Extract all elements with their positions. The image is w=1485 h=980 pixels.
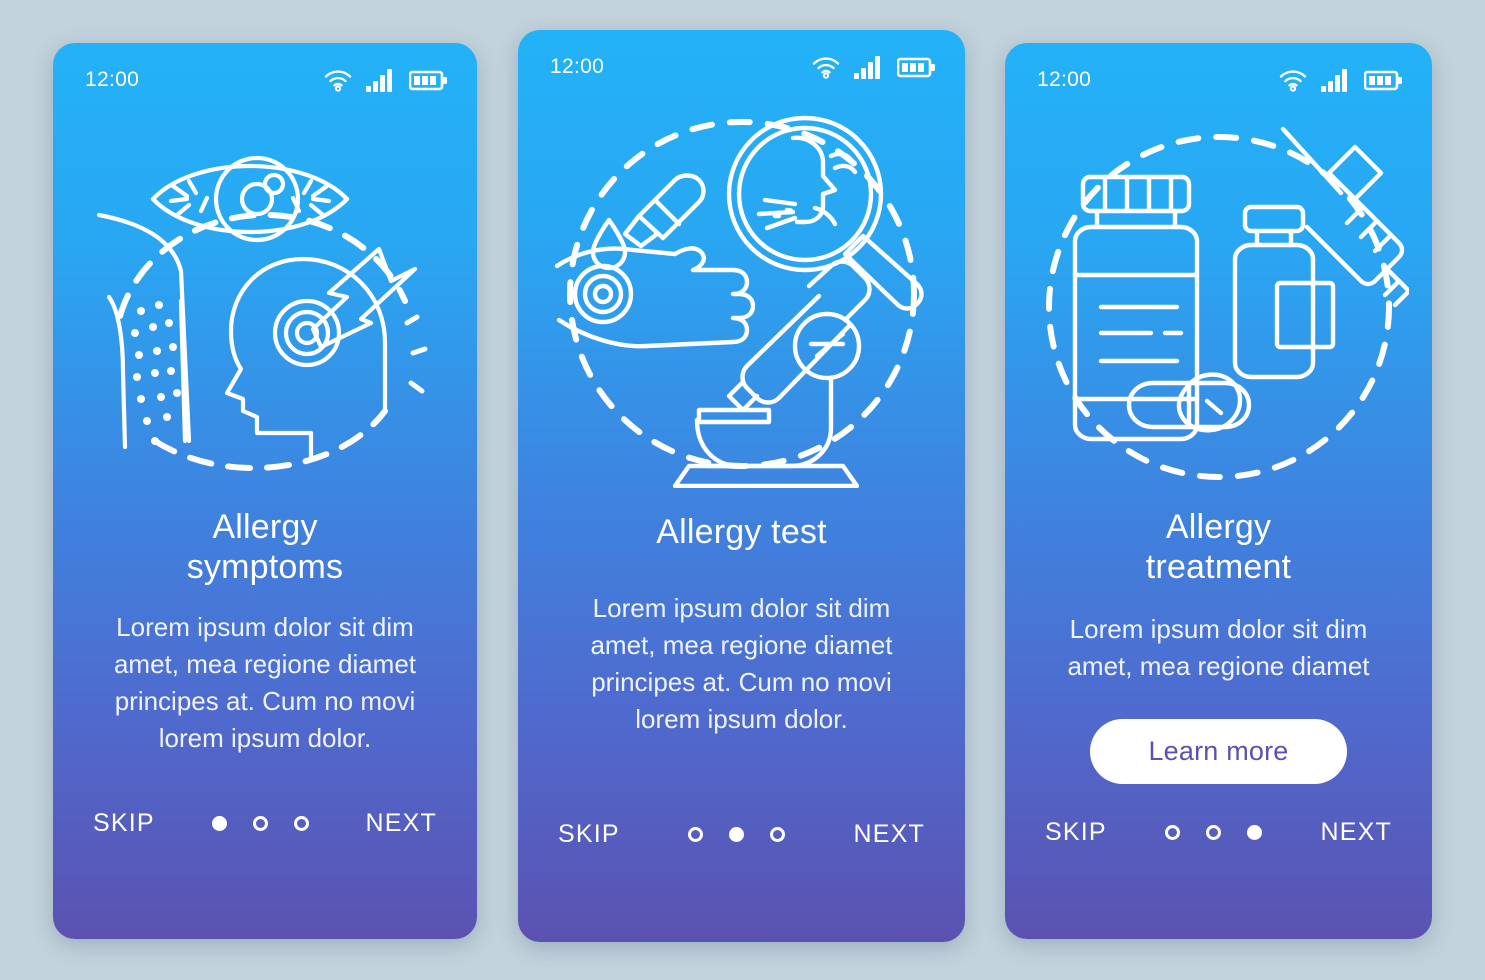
cellular-signal-icon (854, 56, 880, 79)
head-profile-icon (224, 256, 388, 460)
pagination-dot[interactable] (688, 826, 704, 842)
page-title: Allergy test (656, 513, 827, 551)
wifi-icon (324, 70, 352, 92)
wifi-icon (812, 57, 840, 79)
bottom-navigation: SKIP NEXT (518, 786, 965, 882)
reaction-circle-icon (572, 263, 633, 325)
allergy-test-illustration (518, 88, 965, 498)
onboarding-screens-stage: 12:00 Allergy symptoms Lorem ipsum dolor… (0, 0, 1485, 980)
microscope-icon (672, 259, 872, 488)
page-description: Lorem ipsum dolor sit dim amet, mea regi… (1067, 614, 1370, 682)
status-bar: 12:00 (518, 30, 965, 88)
phone-screen-allergy-treatment: 12:00 Allergy treatment Lorem ipsum dolo… (1005, 43, 1432, 939)
battery-icon (897, 57, 935, 78)
allergy-symptoms-illustration (53, 101, 477, 501)
capsule-icon (1126, 372, 1251, 433)
pagination-dots (1165, 824, 1263, 840)
status-bar: 12:00 (53, 43, 477, 101)
text-content: Allergy treatment Lorem ipsum dolor sit … (1005, 501, 1432, 785)
status-bar-icons (811, 55, 937, 79)
next-button[interactable]: NEXT (366, 809, 437, 838)
status-bar-icons (1278, 68, 1404, 92)
vial-icon (1232, 204, 1335, 380)
page-description: Lorem ipsum dolor sit dim amet, mea regi… (113, 612, 417, 753)
pagination-dot[interactable] (1206, 824, 1222, 840)
bottom-navigation: SKIP NEXT (1005, 784, 1432, 880)
pagination-dot[interactable] (252, 815, 268, 831)
pagination-dots (211, 815, 309, 831)
allergy-treatment-illustration (1005, 101, 1432, 501)
cellular-signal-icon (1321, 69, 1347, 92)
pagination-dot[interactable] (211, 815, 227, 831)
status-bar-clock: 12:00 (550, 55, 605, 78)
learn-more-button[interactable]: Learn more (1090, 719, 1347, 785)
cellular-signal-icon (366, 69, 392, 92)
status-bar-icons (323, 68, 449, 92)
page-title: Allergy symptoms (186, 508, 344, 587)
status-bar-clock: 12:00 (85, 68, 140, 91)
bottom-navigation: SKIP NEXT (53, 775, 477, 871)
status-bar-clock: 12:00 (1037, 68, 1092, 91)
next-button[interactable]: NEXT (1321, 818, 1392, 847)
pagination-dot[interactable] (770, 826, 786, 842)
skip-button[interactable]: SKIP (1045, 818, 1107, 847)
eye-icon (150, 155, 350, 243)
page-description: Lorem ipsum dolor sit dim amet, mea regi… (590, 593, 893, 734)
page-title: Allergy treatment (1145, 508, 1292, 587)
text-content: Allergy test Lorem ipsum dolor sit dim a… (518, 498, 965, 786)
wifi-icon (1279, 70, 1307, 92)
pagination-dot[interactable] (729, 826, 745, 842)
phone-screen-allergy-test: 12:00 Allergy test Lorem ipsum dolor sit… (518, 30, 965, 942)
pagination-dots (688, 826, 786, 842)
next-button[interactable]: NEXT (854, 820, 925, 849)
pagination-dot[interactable] (1165, 824, 1181, 840)
battery-icon (1364, 70, 1402, 91)
skip-button[interactable]: SKIP (93, 809, 155, 838)
arm-rash-icon (96, 212, 192, 450)
skip-button[interactable]: SKIP (558, 820, 620, 849)
motion-lines (404, 314, 428, 394)
phone-screen-allergy-symptoms: 12:00 Allergy symptoms Lorem ipsum dolor… (53, 43, 477, 939)
pagination-dot[interactable] (293, 815, 309, 831)
dropper-icon (622, 173, 706, 249)
pagination-dot[interactable] (1247, 824, 1263, 840)
drop-icon (590, 217, 627, 271)
text-content: Allergy symptoms Lorem ipsum dolor sit d… (53, 501, 477, 775)
status-bar: 12:00 (1005, 43, 1432, 101)
dashed-circle (117, 211, 408, 472)
target-icon (272, 298, 342, 368)
battery-icon (409, 70, 447, 91)
